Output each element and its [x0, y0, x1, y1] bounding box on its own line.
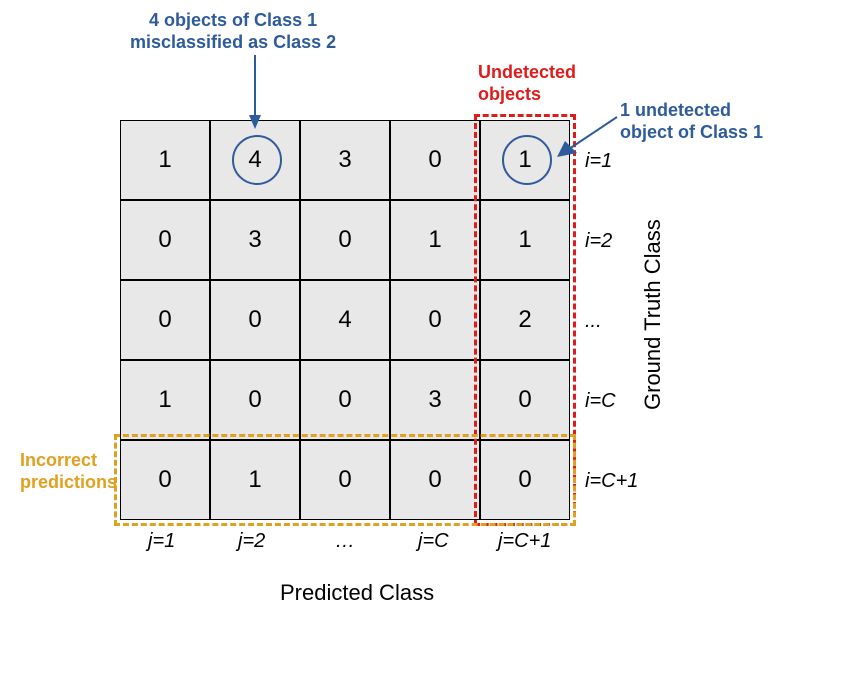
cell-1-0: 0	[120, 200, 210, 280]
annotation-incorrect-line1: Incorrect	[20, 450, 97, 470]
cell-2-1: 0	[210, 280, 300, 360]
cell-2-0: 0	[120, 280, 210, 360]
y-axis-label: Ground Truth Class	[640, 219, 666, 410]
cell-1-1: 3	[210, 200, 300, 280]
annotation-misclass: 4 objects of Class 1 misclassified as Cl…	[130, 10, 336, 53]
row-label-2: ...	[585, 310, 602, 333]
row-label-3: i=C	[585, 390, 616, 413]
col-label-3: j=C	[418, 530, 449, 553]
cell-3-0: 1	[120, 360, 210, 440]
annotation-undetected-right-line2: object of Class 1	[620, 122, 763, 142]
annotation-undetected-line1: Undetected	[478, 62, 576, 82]
col-label-4: j=C+1	[498, 530, 551, 553]
col-label-0: j=1	[148, 530, 175, 553]
annotation-misclass-line2: misclassified as Class 2	[130, 32, 336, 52]
cell-0-3: 0	[390, 120, 480, 200]
row-label-4: i=C+1	[585, 470, 638, 493]
annotation-undetected-line2: objects	[478, 84, 541, 104]
cell-0-2: 3	[300, 120, 390, 200]
cell-1-3: 1	[390, 200, 480, 280]
cell-3-2: 0	[300, 360, 390, 440]
annotation-undetected-right-line1: 1 undetected	[620, 100, 731, 120]
cell-2-3: 0	[390, 280, 480, 360]
row-label-1: i=2	[585, 230, 612, 253]
annotation-misclass-line1: 4 objects of Class 1	[149, 10, 317, 30]
arrow-misclass	[240, 55, 270, 135]
cell-1-2: 0	[300, 200, 390, 280]
cell-3-1: 0	[210, 360, 300, 440]
col-label-2: …	[335, 530, 355, 553]
incorrect-row-box	[114, 434, 576, 526]
cell-3-3: 3	[390, 360, 480, 440]
circle-highlight-misclass	[232, 135, 282, 185]
annotation-incorrect: Incorrect predictions	[20, 450, 117, 493]
col-label-1: j=2	[238, 530, 265, 553]
x-axis-label: Predicted Class	[280, 580, 434, 606]
confusion-matrix-diagram: 1 4 3 0 1 0 3 0 1 1 0 0 4 0 2 1 0 0 3 0 …	[0, 0, 844, 682]
annotation-undetected-header: Undetected objects	[478, 62, 576, 105]
cell-0-0: 1	[120, 120, 210, 200]
annotation-undetected-right: 1 undetected object of Class 1	[620, 100, 763, 143]
arrow-undetected	[555, 115, 625, 155]
cell-2-2: 4	[300, 280, 390, 360]
annotation-incorrect-line2: predictions	[20, 472, 117, 492]
